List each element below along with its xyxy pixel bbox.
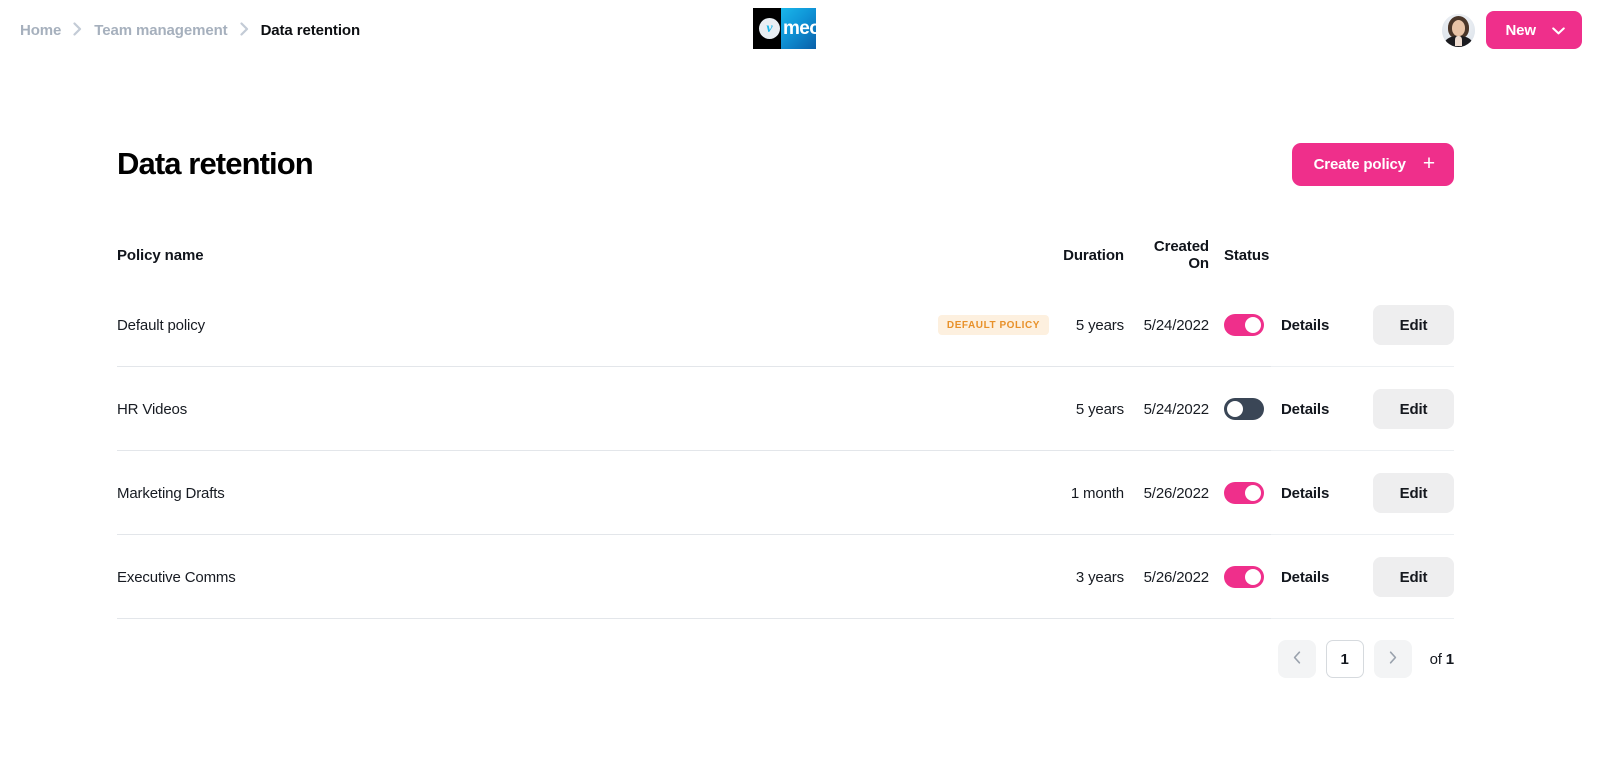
breadcrumb-item-team-management[interactable]: Team management xyxy=(94,22,227,39)
top-bar: Home Team management Data retention v me… xyxy=(0,0,1600,60)
policy-badge-cell: DEFAULT POLICY xyxy=(936,315,1057,335)
toggle-knob xyxy=(1227,401,1243,417)
edit-button[interactable]: Edit xyxy=(1373,557,1454,597)
page-title: Data retention xyxy=(117,146,313,182)
column-header-status: Status xyxy=(1209,247,1281,264)
pagination: of 1 xyxy=(117,619,1454,689)
table-header-row: Policy name Duration Created On Status xyxy=(117,227,1454,283)
policy-edit-cell: Edit xyxy=(1357,389,1454,429)
policy-duration: 5 years xyxy=(1057,317,1124,334)
column-header-duration: Duration xyxy=(1057,247,1124,264)
chevron-right-icon xyxy=(73,22,82,36)
policy-details-cell: Details xyxy=(1281,569,1357,586)
policy-edit-cell: Edit xyxy=(1357,305,1454,345)
logo-mark-letter: v xyxy=(766,22,772,36)
create-policy-button[interactable]: Create policy + xyxy=(1292,143,1454,186)
policy-details-cell: Details xyxy=(1281,401,1357,418)
status-toggle[interactable] xyxy=(1224,482,1264,504)
new-button[interactable]: New xyxy=(1486,11,1582,49)
app-logo[interactable]: v meo xyxy=(753,8,816,49)
pagination-prev-button[interactable] xyxy=(1278,640,1316,678)
policy-duration: 3 years xyxy=(1057,569,1124,586)
edit-button[interactable]: Edit xyxy=(1373,473,1454,513)
policy-name: HR Videos xyxy=(117,401,936,418)
chevron-right-icon xyxy=(1389,651,1397,667)
table-row: Executive Comms 3 years 5/26/2022 Detail… xyxy=(117,535,1454,619)
details-link[interactable]: Details xyxy=(1281,569,1329,586)
policy-details-cell: Details xyxy=(1281,317,1357,334)
policies-table: Policy name Duration Created On Status D… xyxy=(117,227,1454,619)
table-row: HR Videos 5 years 5/24/2022 Details Edit xyxy=(117,367,1454,451)
status-badge: DEFAULT POLICY xyxy=(938,315,1049,335)
page-content: Data retention Create policy + Policy na… xyxy=(0,140,1600,689)
pagination-page-input[interactable] xyxy=(1326,640,1364,678)
breadcrumb-item-home[interactable]: Home xyxy=(20,22,61,39)
logo-wordmark: meo xyxy=(783,17,816,40)
pagination-next-button[interactable] xyxy=(1374,640,1412,678)
toggle-knob xyxy=(1245,485,1261,501)
policy-edit-cell: Edit xyxy=(1357,557,1454,597)
column-header-policy-name: Policy name xyxy=(117,247,936,264)
page-header: Data retention Create policy + xyxy=(0,140,1600,188)
policy-created-on: 5/26/2022 xyxy=(1124,569,1209,586)
table-row: Default policy DEFAULT POLICY 5 years 5/… xyxy=(117,283,1454,367)
policy-name: Default policy xyxy=(117,317,936,334)
edit-button[interactable]: Edit xyxy=(1373,389,1454,429)
pagination-total-pages: 1 xyxy=(1446,651,1454,668)
policy-status-cell xyxy=(1209,482,1281,504)
policy-duration: 5 years xyxy=(1057,401,1124,418)
new-button-label: New xyxy=(1505,22,1536,39)
toggle-knob xyxy=(1245,317,1261,333)
policy-edit-cell: Edit xyxy=(1357,473,1454,513)
policy-created-on: 5/24/2022 xyxy=(1124,317,1209,334)
policy-created-on: 5/26/2022 xyxy=(1124,485,1209,502)
policy-details-cell: Details xyxy=(1281,485,1357,502)
column-header-created-on: Created On xyxy=(1124,238,1209,272)
status-toggle[interactable] xyxy=(1224,314,1264,336)
policy-name: Marketing Drafts xyxy=(117,485,936,502)
policy-created-on: 5/24/2022 xyxy=(1124,401,1209,418)
chevron-right-icon xyxy=(240,22,249,36)
status-toggle[interactable] xyxy=(1224,566,1264,588)
avatar[interactable] xyxy=(1442,14,1475,47)
breadcrumb-item-current: Data retention xyxy=(261,22,360,39)
create-policy-label: Create policy xyxy=(1314,156,1406,173)
policy-duration: 1 month xyxy=(1057,485,1124,502)
top-bar-right: New xyxy=(1442,0,1582,60)
chevron-left-icon xyxy=(1293,651,1301,667)
pagination-of-prefix: of xyxy=(1430,651,1446,668)
pagination-total-label: of 1 xyxy=(1430,651,1454,668)
toggle-knob xyxy=(1245,569,1261,585)
details-link[interactable]: Details xyxy=(1281,401,1329,418)
policy-status-cell xyxy=(1209,398,1281,420)
policy-status-cell xyxy=(1209,314,1281,336)
breadcrumb: Home Team management Data retention xyxy=(0,22,360,39)
avatar-neck xyxy=(1455,36,1462,46)
edit-button[interactable]: Edit xyxy=(1373,305,1454,345)
policy-name: Executive Comms xyxy=(117,569,936,586)
details-link[interactable]: Details xyxy=(1281,317,1329,334)
table-row: Marketing Drafts 1 month 5/26/2022 Detai… xyxy=(117,451,1454,535)
chevron-down-icon xyxy=(1552,22,1565,39)
plus-icon: + xyxy=(1423,153,1435,174)
logo-mark-icon: v xyxy=(759,18,780,39)
policy-status-cell xyxy=(1209,566,1281,588)
details-link[interactable]: Details xyxy=(1281,485,1329,502)
avatar-face xyxy=(1452,20,1465,36)
status-toggle[interactable] xyxy=(1224,398,1264,420)
